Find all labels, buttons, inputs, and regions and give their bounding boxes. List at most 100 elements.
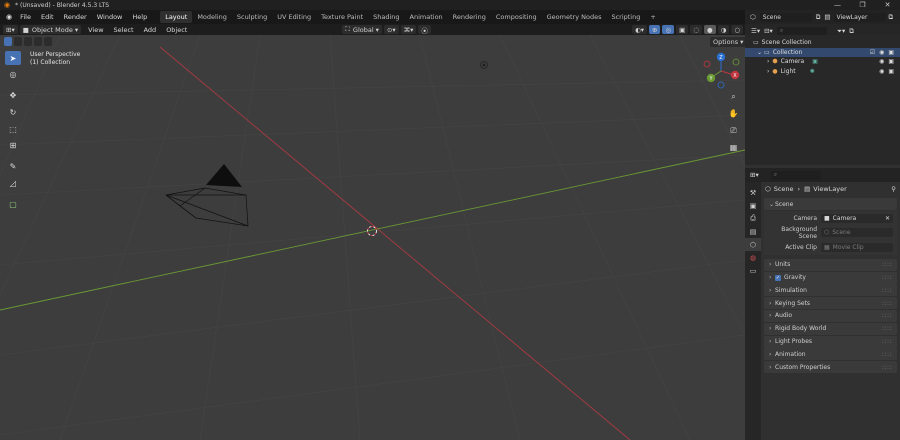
properties-editor-icon[interactable]: ⊞▾	[750, 171, 759, 179]
panel-units[interactable]: › Units::::	[764, 258, 897, 271]
drag-handle-icon[interactable]: ::::	[882, 261, 892, 268]
chevron-right-icon[interactable]: ›	[767, 68, 769, 75]
collection-tab-icon[interactable]: ▭	[745, 264, 761, 277]
gizmo-neg-x-icon[interactable]	[703, 60, 711, 68]
camera-object[interactable]	[165, 164, 249, 227]
tab-texture-paint[interactable]: Texture Paint	[316, 11, 368, 23]
tool-tab-icon[interactable]: ⚒	[745, 186, 761, 199]
drag-handle-icon[interactable]: ::::	[882, 351, 892, 358]
pivot-point-icon[interactable]: ⊙▾	[383, 25, 399, 34]
maximize-button[interactable]: ❐	[850, 1, 875, 9]
select-subtract-icon[interactable]	[24, 37, 32, 46]
drag-handle-icon[interactable]: ::::	[882, 287, 892, 294]
panel-light-probes[interactable]: › Light Probes::::	[764, 335, 897, 348]
panel-rigid-body-world[interactable]: › Rigid Body World::::	[764, 322, 897, 335]
shading-wireframe-icon[interactable]: ◌	[690, 25, 702, 34]
pan-hand-icon[interactable]: ✋	[727, 107, 740, 120]
panel-custom-properties[interactable]: › Custom Properties::::	[764, 361, 897, 374]
tab-shading[interactable]: Shading	[368, 11, 404, 23]
select-new-icon[interactable]	[4, 37, 12, 46]
drag-handle-icon[interactable]: ::::	[882, 274, 892, 281]
drag-handle-icon[interactable]: ::::	[882, 300, 892, 307]
render-camera-icon[interactable]: ▣	[888, 49, 894, 56]
pin-icon[interactable]: ⚲	[891, 185, 896, 193]
outliner-scene-collection[interactable]: ▭ Scene Collection	[753, 38, 900, 48]
panel-simulation[interactable]: › Simulation::::	[764, 284, 897, 297]
minimize-button[interactable]: —	[825, 1, 850, 9]
cursor-tool-icon[interactable]: ◎	[5, 68, 21, 82]
scene-camera-field[interactable]: ■ Camera ✕	[821, 213, 893, 223]
panel-audio[interactable]: › Audio::::	[764, 309, 897, 322]
tab-scripting[interactable]: Scripting	[606, 11, 645, 23]
panel-keying-sets[interactable]: › Keying Sets::::	[764, 297, 897, 310]
move-tool-icon[interactable]: ✥	[5, 89, 21, 103]
options-dropdown[interactable]: Options ▾	[710, 37, 747, 47]
add-cube-tool-icon[interactable]: ▢	[5, 197, 21, 211]
gizmo-neg-z-icon[interactable]	[717, 81, 725, 89]
outliner-editor-icon[interactable]: ☰▾	[751, 27, 760, 35]
drag-handle-icon[interactable]: ::::	[882, 312, 892, 319]
menu-edit[interactable]: Edit	[36, 13, 59, 21]
tab-sculpting[interactable]: Sculpting	[232, 11, 272, 23]
select-extend-icon[interactable]	[14, 37, 22, 46]
drag-handle-icon[interactable]: ::::	[882, 325, 892, 332]
tab-rendering[interactable]: Rendering	[448, 11, 491, 23]
shading-material-icon[interactable]: ◑	[717, 25, 730, 34]
proportional-edit-icon[interactable]: ⦿	[418, 25, 431, 35]
xray-toggle-icon[interactable]: ▣	[676, 25, 689, 34]
select-intersect-icon[interactable]	[44, 37, 52, 46]
overlay-toggle-icon[interactable]: ◎	[662, 25, 675, 34]
annotate-tool-icon[interactable]: ✎	[5, 160, 21, 174]
object-mode-dropdown[interactable]: ■ Object Mode ▾	[19, 25, 82, 34]
transform-orientation-dropdown[interactable]: ⛶ Global ▾	[342, 25, 382, 34]
tab-modeling[interactable]: Modeling	[192, 11, 232, 23]
close-button[interactable]: ✕	[875, 1, 900, 9]
select-box-tool-icon[interactable]: ➤	[5, 51, 21, 65]
eye-icon[interactable]: ◉	[879, 49, 884, 56]
scale-tool-icon[interactable]: ⬚	[5, 122, 21, 136]
tab-layout[interactable]: Layout	[160, 11, 193, 23]
tab-animation[interactable]: Animation	[405, 11, 448, 23]
menu-select[interactable]: Select	[109, 26, 139, 34]
chevron-right-icon[interactable]: ›	[767, 58, 769, 65]
tab-geometry-nodes[interactable]: Geometry Nodes	[542, 11, 607, 23]
3d-viewport[interactable]	[0, 35, 745, 440]
clear-icon[interactable]: ✕	[885, 215, 890, 222]
drag-handle-icon[interactable]: ::::	[882, 338, 892, 345]
menu-add[interactable]: Add	[139, 26, 162, 34]
measure-tool-icon[interactable]: ◿	[5, 177, 21, 191]
transform-tool-icon[interactable]: ⊞	[5, 139, 21, 153]
outliner-collection[interactable]: ⌄ ▭ Collection ☑ ◉ ▣	[745, 47, 900, 57]
output-tab-icon[interactable]: ⎙	[745, 212, 761, 225]
render-camera-icon[interactable]: ▣	[888, 58, 894, 65]
outliner-item-light[interactable]: › ● Light ✺ ◉ ▣	[753, 67, 900, 77]
drag-handle-icon[interactable]: ::::	[882, 364, 892, 371]
gravity-checkbox[interactable]: ✓	[775, 274, 781, 281]
tab-compositing[interactable]: Compositing	[491, 11, 542, 23]
new-scene-icon[interactable]: ⧉	[816, 13, 821, 22]
eye-icon[interactable]: ◉	[879, 68, 884, 75]
menu-window[interactable]: Window	[92, 13, 128, 21]
menu-object[interactable]: Object	[161, 26, 192, 34]
light-object[interactable]	[480, 61, 488, 69]
add-workspace-button[interactable]: +	[645, 11, 660, 23]
view-layer-tab-icon[interactable]: ▤	[745, 225, 761, 238]
shading-solid-icon[interactable]: ●	[703, 25, 716, 34]
light-data-icon[interactable]: ✺	[810, 68, 815, 75]
scene-selector[interactable]: Scene	[759, 12, 812, 22]
background-scene-field[interactable]: ⬡ Scene	[821, 228, 893, 238]
render-tab-icon[interactable]: ▣	[745, 199, 761, 212]
panel-animation[interactable]: › Animation::::	[764, 348, 897, 361]
menu-help[interactable]: Help	[127, 13, 152, 21]
active-clip-field[interactable]: ▦ Movie Clip	[821, 242, 893, 252]
panel-gravity[interactable]: › ✓ Gravity::::	[764, 271, 897, 284]
properties-search-input[interactable]: ⌕	[770, 170, 821, 180]
visibility-icon[interactable]: ◐▾	[632, 25, 648, 34]
new-view-layer-icon[interactable]: ⧉	[889, 13, 894, 22]
tab-uv-editing[interactable]: UV Editing	[272, 11, 316, 23]
panel-scene[interactable]: ⌄ Scene	[764, 198, 897, 210]
scene-tab-icon[interactable]: ⬡	[745, 238, 761, 251]
camera-data-icon[interactable]: ▣	[812, 58, 818, 65]
navigation-gizmo[interactable]: Z X Y	[700, 50, 745, 95]
gizmo-neg-y-icon[interactable]	[732, 58, 740, 66]
